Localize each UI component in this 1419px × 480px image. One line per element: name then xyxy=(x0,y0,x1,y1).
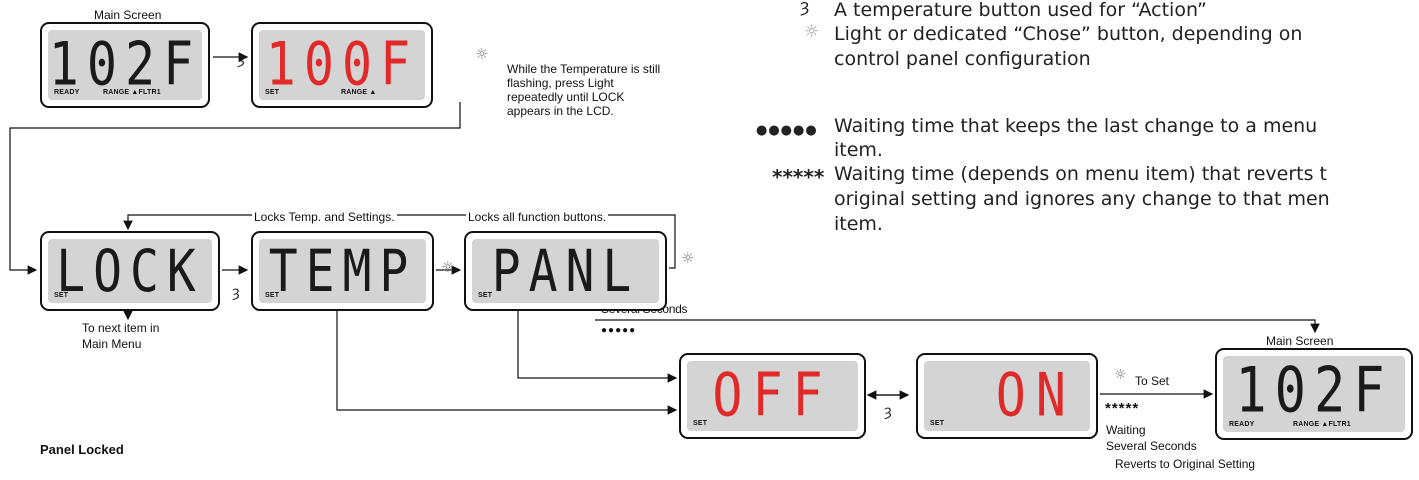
light-button-icon: ☼ xyxy=(1114,367,1127,383)
lcd-set-100-text: 100F xyxy=(265,29,419,99)
flash-note: While the Temperature is still flashing,… xyxy=(507,62,661,118)
lcd-temp-text: TEMP xyxy=(268,238,417,306)
legend-dots-symbol: ●●●●● xyxy=(756,123,818,138)
lcd-main-screen-right: 102F READY RANGE ▲FLTR1 xyxy=(1215,348,1413,440)
several-seconds-bottom: Several Seconds xyxy=(1106,439,1197,453)
lcd-on: ON SET xyxy=(916,353,1098,439)
lcd-on-text: ON xyxy=(995,360,1076,430)
legend-temp-text: A temperature button used for “Action” xyxy=(834,0,1207,21)
legend-light-text-2: control panel configuration xyxy=(834,48,1091,70)
legend-stars-text-3: item. xyxy=(834,213,883,235)
legend-dots-text-2: item. xyxy=(834,139,883,161)
lcd-lock-text: LOCK xyxy=(56,238,204,306)
legend-stars-text-1: Waiting time (depends on menu item) that… xyxy=(834,163,1327,185)
lcd-main-screen: 102F READY RANGE ▲FLTR1 xyxy=(40,22,210,108)
lcd-panl-set: SET xyxy=(478,292,493,299)
legend-dots-text-1: Waiting time that keeps the last change … xyxy=(834,115,1318,137)
reverts-label: Reverts to Original Setting xyxy=(1115,457,1256,471)
temp-button-icon: ȝ xyxy=(232,283,240,301)
lcd-set-100-set: SET xyxy=(265,89,280,96)
lcd-on-set: SET xyxy=(930,420,945,427)
lcd-main-right-text: 102F xyxy=(1235,355,1393,428)
light-button-icon: ☼ xyxy=(804,22,820,42)
temp-button-icon: ȝ xyxy=(800,0,810,17)
light-button-icon: ☼ xyxy=(475,45,489,63)
lcd-off: OFF SET xyxy=(679,353,866,439)
lcd-temp-set: SET xyxy=(265,292,280,299)
next-item-label-2: Main Menu xyxy=(82,337,142,351)
light-button-icon: ☼ xyxy=(681,249,695,267)
lcd-set-100: 100F SET RANGE ▲ xyxy=(251,22,433,108)
panel-locked-heading: Panel Locked xyxy=(40,442,124,457)
legend-light-text-1: Light or dedicated “Chose” button, depen… xyxy=(834,23,1303,45)
lcd-lock-set: SET xyxy=(54,292,69,299)
dots-small: ●●●●● xyxy=(601,325,637,336)
lcd-main-right-ready: READY xyxy=(1229,421,1255,428)
lcd-set-100-range: RANGE ▲ xyxy=(341,89,377,96)
lcd-temp: TEMP SET xyxy=(251,231,434,311)
locks-temp-label: Locks Temp. and Settings. xyxy=(252,210,397,224)
lcd-main-right-range: RANGE ▲FLTR1 xyxy=(1293,421,1351,428)
waiting-label: Waiting xyxy=(1106,423,1146,437)
legend-stars-symbol: ***** xyxy=(772,165,825,189)
lcd-lock: LOCK SET xyxy=(40,231,220,311)
locks-all-label: Locks all function buttons. xyxy=(466,210,609,224)
next-item-label-1: To next item in xyxy=(82,321,160,335)
legend-stars-text-2: original setting and ignores any change … xyxy=(834,188,1330,210)
stars-small: ***** xyxy=(1105,400,1140,417)
main-screen-right-label: Main Screen xyxy=(1266,334,1334,348)
main-screen-label: Main Screen xyxy=(94,8,162,22)
light-button-icon: ☼ xyxy=(441,258,455,276)
lcd-main-ready: READY xyxy=(54,89,80,96)
lcd-off-set: SET xyxy=(693,420,708,427)
temp-button-icon: ȝ xyxy=(237,50,245,68)
lcd-main-range: RANGE ▲FLTR1 xyxy=(103,89,161,96)
lcd-panl-text: PANL xyxy=(491,238,640,306)
lcd-off-text: OFF xyxy=(712,360,833,430)
to-set-label: To Set xyxy=(1135,374,1170,388)
lcd-panl: PANL SET xyxy=(464,231,667,311)
temp-button-icon: ȝ xyxy=(884,402,892,420)
lcd-main-text: 102F xyxy=(48,29,202,99)
